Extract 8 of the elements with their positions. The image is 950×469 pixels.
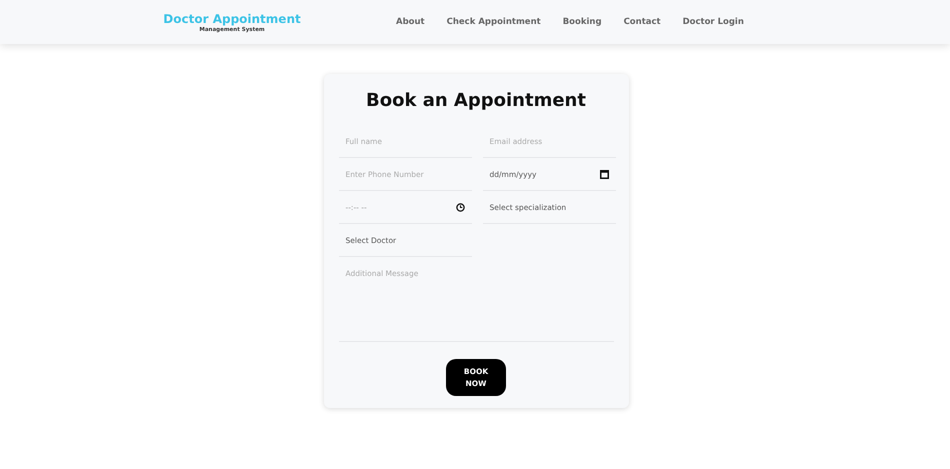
form-title: Book an Appointment <box>365 90 587 111</box>
clock-icon[interactable] <box>456 202 464 212</box>
calendar-icon[interactable] <box>600 170 608 178</box>
nav-link[interactable]: Doctor Login <box>682 17 744 27</box>
nav-link[interactable]: About <box>396 17 425 27</box>
nav-link[interactable]: Booking <box>562 17 602 27</box>
nav-link[interactable]: Contact <box>624 17 661 27</box>
nav-link[interactable]: Check Appointment <box>446 17 541 27</box>
